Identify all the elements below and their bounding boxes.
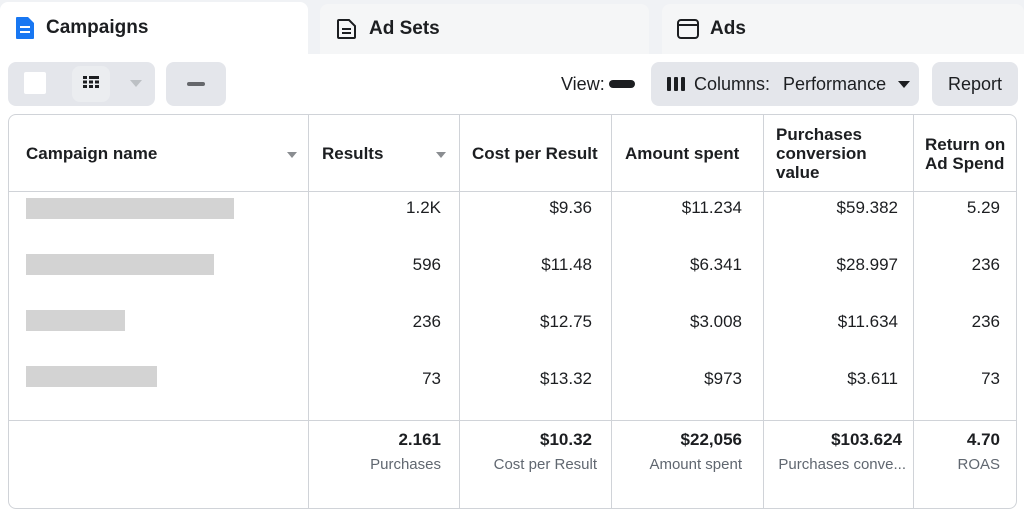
cell-conversion-value: $59.382 bbox=[836, 198, 898, 217]
tab-label: Ads bbox=[710, 18, 746, 39]
header-results[interactable]: Results bbox=[322, 115, 442, 192]
cell-conversion-value: $11.634 bbox=[837, 312, 898, 331]
columns-dropdown[interactable]: Columns: Performance bbox=[651, 62, 919, 106]
cell-cost-per-result: $11.48 bbox=[541, 255, 592, 274]
header-label: Amount spent bbox=[625, 144, 740, 163]
redacted-campaign-name[interactable] bbox=[26, 254, 214, 275]
cell-cost-per-result: $13.32 bbox=[540, 369, 592, 388]
view-toggle-icon bbox=[608, 80, 635, 88]
header-cost-per-result[interactable]: Cost per Result bbox=[472, 115, 612, 192]
cell-cost-per-result: $9.36 bbox=[549, 198, 592, 217]
columns-value: Performance bbox=[783, 73, 887, 94]
total-amount-spent-label: Amount spent bbox=[649, 456, 742, 473]
total-amount-spent: $22,056 bbox=[680, 430, 742, 449]
header-label: Campaign name bbox=[26, 144, 158, 163]
tab-label: Ad Sets bbox=[369, 18, 440, 39]
ad-window-icon bbox=[676, 17, 700, 41]
header-label-line: conversion bbox=[776, 144, 867, 163]
grid-icon bbox=[83, 75, 99, 93]
total-results: 2.161 bbox=[398, 430, 441, 449]
cell-roas: 73 bbox=[981, 369, 1000, 388]
cell-results: 1.2K bbox=[406, 198, 441, 217]
table-header-row: Campaign name Results Cost per Result Am… bbox=[9, 115, 1016, 192]
report-button[interactable]: Report bbox=[932, 62, 1018, 106]
total-roas: 4.70 bbox=[966, 430, 1000, 449]
sort-caret-icon[interactable] bbox=[287, 152, 297, 158]
header-return-on-ad-spend[interactable]: Return on Ad Spend bbox=[925, 115, 1016, 192]
cell-roas: 5.29 bbox=[966, 198, 1000, 217]
chevron-down-icon bbox=[898, 80, 911, 88]
tab-label: Campaigns bbox=[46, 17, 149, 38]
table-layout-button[interactable] bbox=[24, 72, 46, 94]
chevron-down-icon[interactable] bbox=[130, 80, 142, 87]
header-label: Cost per Result bbox=[472, 144, 598, 163]
totals-divider bbox=[9, 420, 1016, 421]
cell-roas: 236 bbox=[971, 255, 1000, 274]
layout-segmented-control bbox=[8, 62, 155, 106]
redacted-campaign-name[interactable] bbox=[26, 366, 157, 387]
total-roas-label: ROAS bbox=[957, 456, 1000, 473]
header-label: Results bbox=[322, 144, 384, 163]
cell-conversion-value: $3.611 bbox=[847, 369, 898, 388]
header-label-line: Return on bbox=[925, 134, 1006, 154]
view-control[interactable]: View: bbox=[561, 72, 635, 96]
view-label: View: bbox=[561, 73, 605, 94]
collapse-button[interactable] bbox=[166, 62, 226, 106]
cell-cost-per-result: $12.75 bbox=[540, 312, 592, 331]
cell-results: 236 bbox=[412, 312, 441, 331]
header-amount-spent[interactable]: Amount spent bbox=[625, 115, 755, 192]
cell-results: 73 bbox=[422, 369, 441, 388]
cell-conversion-value: $28.997 bbox=[836, 255, 898, 274]
sort-caret-icon[interactable] bbox=[436, 152, 446, 158]
columns-label: Columns: bbox=[694, 73, 771, 94]
toolbar: View: Columns: Performance Report bbox=[0, 54, 1024, 112]
adset-doc-icon bbox=[335, 17, 359, 41]
header-label-line: value bbox=[776, 163, 820, 182]
redacted-campaign-name[interactable] bbox=[26, 310, 125, 331]
cell-results: 596 bbox=[412, 255, 441, 274]
header-campaign-name[interactable]: Campaign name bbox=[26, 115, 296, 192]
total-conversion-value: $103.624 bbox=[831, 430, 902, 449]
campaign-table: Campaign name Results Cost per Result Am… bbox=[8, 114, 1017, 509]
total-cost-per-result-label: Cost per Result bbox=[493, 456, 597, 473]
cell-amount-spent: $3.008 bbox=[690, 312, 742, 331]
redacted-campaign-name[interactable] bbox=[26, 198, 234, 219]
campaign-doc-icon bbox=[14, 16, 36, 40]
header-label-line: Purchases bbox=[776, 125, 862, 144]
cell-roas: 236 bbox=[971, 312, 1000, 331]
cell-amount-spent: $11.234 bbox=[681, 198, 742, 217]
tab-campaigns[interactable]: Campaigns bbox=[0, 2, 308, 54]
tab-bar: Campaigns Ad Sets Ads bbox=[0, 0, 1024, 54]
grid-layout-button[interactable] bbox=[72, 66, 110, 102]
header-purchases-conversion-value[interactable]: Purchases conversion value bbox=[776, 115, 906, 192]
tab-ads[interactable]: Ads bbox=[662, 4, 1024, 54]
minus-icon bbox=[187, 82, 205, 86]
cell-amount-spent: $6.341 bbox=[690, 255, 742, 274]
cell-amount-spent: $973 bbox=[704, 369, 742, 388]
total-results-label: Purchases bbox=[370, 456, 441, 473]
header-label-line: Ad Spend bbox=[925, 153, 1005, 173]
total-conversion-value-label: Purchases conve... bbox=[778, 456, 906, 473]
total-cost-per-result: $10.32 bbox=[540, 430, 592, 449]
tab-ad-sets[interactable]: Ad Sets bbox=[320, 4, 649, 54]
columns-icon bbox=[667, 77, 685, 91]
